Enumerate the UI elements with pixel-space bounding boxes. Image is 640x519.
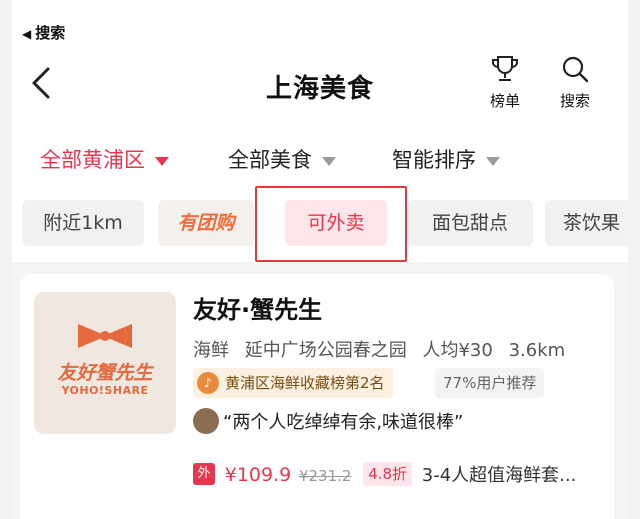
avatar (193, 408, 219, 434)
chip-bread-dessert[interactable]: 面包甜点 (407, 200, 533, 246)
filter-cuisine-label: 全部美食 (228, 148, 312, 172)
deal-price: ¥109.9 (224, 464, 292, 486)
shop-distance: 3.6km (508, 340, 566, 361)
shop-name[interactable]: 友好·蟹先生 (193, 290, 322, 325)
deal-row[interactable]: 外 ¥109.9 ¥231.2 4.8折 3-4人超值海鲜套... (193, 460, 576, 490)
delivery-tag: 外 (193, 463, 215, 485)
review-text: “两个人吃绰绰有余,味道很棒” (223, 412, 464, 433)
filter-cuisine[interactable]: 全部美食 (228, 144, 336, 174)
logo-text-en: YOHO!SHARE (61, 384, 149, 397)
filter-district[interactable]: 全部黄浦区 (40, 144, 169, 174)
filter-sort-label: 智能排序 (392, 148, 476, 172)
shop-category: 海鲜 (193, 340, 229, 361)
caret-down-icon (486, 156, 500, 166)
app-screen: ◀ 搜索 上海美食 榜单 搜索 全部黄浦区 全部美食 智能排序 附近1km 有团… (12, 0, 628, 519)
status-bar: ◀ 搜索 (12, 0, 628, 42)
douyin-icon: ♪ (197, 371, 219, 394)
highlight-box (255, 186, 407, 262)
logo-text-cn: 友好蟹先生 (57, 362, 153, 384)
deal-package: 3-4人超值海鲜套... (421, 465, 577, 486)
recommend-badge: 77%用户推荐 (435, 368, 545, 398)
shop-avg-price: 人均¥30 (422, 340, 493, 361)
trophy-icon (492, 56, 518, 81)
chip-nearby[interactable]: 附近1km (22, 200, 144, 246)
bow-tie-icon (78, 324, 132, 348)
shop-area: 延中广场公园春之园 (244, 340, 407, 361)
filter-district-label: 全部黄浦区 (40, 148, 145, 172)
shop-logo: 友好蟹先生 YOHO!SHARE (34, 292, 176, 434)
caret-down-icon (155, 156, 169, 166)
review-snippet: “两个人吃绰绰有余,味道很棒” (193, 408, 463, 438)
chip-tuangou[interactable]: 有团购 (158, 200, 254, 246)
rank-button[interactable]: 榜单 (482, 54, 528, 111)
navbar: 上海美食 榜单 搜索 (12, 40, 628, 130)
rank-badge[interactable]: ♪ 黄浦区海鲜收藏榜第2名 (193, 368, 393, 398)
filter-bar: 全部黄浦区 全部美食 智能排序 (12, 130, 628, 186)
deal-discount: 4.8折 (363, 462, 413, 486)
search-button[interactable]: 搜索 (552, 54, 598, 111)
search-label: 搜索 (559, 92, 590, 110)
shop-meta: 海鲜 延中广场公园春之园 人均¥30 3.6km (193, 336, 575, 362)
shop-card[interactable]: 友好蟹先生 YOHO!SHARE 友好·蟹先生 海鲜 延中广场公园春之园 人均¥… (20, 274, 614, 519)
filter-sort[interactable]: 智能排序 (392, 144, 500, 174)
back-triangle-icon: ◀ (22, 27, 32, 41)
rank-label: 榜单 (489, 92, 520, 110)
chip-tea[interactable]: 茶饮果 (545, 200, 628, 246)
caret-down-icon (322, 156, 336, 166)
rank-badge-label: 黄浦区海鲜收藏榜第2名 (225, 374, 385, 392)
page-title: 上海美食 (265, 74, 374, 104)
search-icon (562, 56, 589, 83)
deal-original-price: ¥231.2 (298, 467, 352, 485)
